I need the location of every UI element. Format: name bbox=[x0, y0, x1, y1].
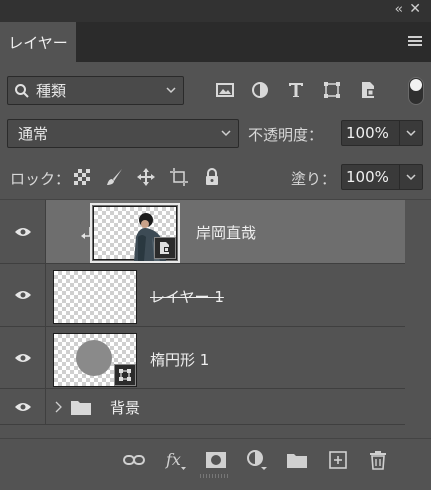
lock-artboard-icon[interactable] bbox=[170, 168, 188, 186]
link-layers-icon[interactable] bbox=[123, 449, 145, 471]
opacity-value[interactable]: 100% bbox=[342, 121, 400, 145]
fill-value[interactable]: 100% bbox=[342, 165, 400, 189]
clipping-arrow-icon bbox=[81, 227, 91, 239]
filter-pixel-icon[interactable] bbox=[216, 81, 234, 99]
filter-toggle[interactable] bbox=[408, 77, 424, 105]
layer-row-layer1[interactable]: レイヤー 1 bbox=[0, 264, 405, 327]
layer-row-background-group[interactable]: 背景 bbox=[0, 389, 405, 425]
close-panel-icon[interactable]: ✕ bbox=[409, 1, 421, 17]
smart-object-badge bbox=[154, 237, 176, 259]
eye-icon bbox=[14, 291, 31, 299]
layer-name[interactable]: 楕円形 1 bbox=[150, 349, 209, 370]
filter-type-icon[interactable] bbox=[287, 81, 305, 99]
add-mask-icon[interactable] bbox=[205, 449, 227, 471]
chevron-down-icon bbox=[406, 174, 416, 181]
toggle-knob bbox=[410, 79, 422, 91]
shape-path-icon bbox=[119, 369, 131, 381]
chevron-right-icon[interactable] bbox=[54, 401, 62, 413]
visibility-toggle[interactable] bbox=[0, 200, 46, 263]
filter-shape-icon[interactable] bbox=[323, 81, 341, 99]
filter-kind-select[interactable]: 種類 bbox=[7, 76, 184, 105]
smart-object-icon bbox=[160, 242, 169, 254]
lock-all-icon[interactable] bbox=[203, 168, 221, 186]
blend-mode-value: 通常 bbox=[18, 125, 49, 143]
fill-label: 塗り： bbox=[291, 170, 337, 188]
filter-adjustment-icon[interactable] bbox=[251, 81, 269, 99]
chevron-down-icon bbox=[221, 130, 231, 137]
blend-mode-select[interactable]: 通常 bbox=[7, 119, 239, 148]
shape-layer-badge bbox=[114, 364, 136, 386]
layer-name[interactable]: 背景 bbox=[110, 397, 140, 418]
eye-icon bbox=[14, 227, 31, 236]
eye-icon bbox=[14, 402, 31, 411]
collapse-panel-icon[interactable]: ‹‹ bbox=[395, 2, 404, 17]
svg-text:fx: fx bbox=[165, 450, 181, 469]
layer-name[interactable]: レイヤー 1 bbox=[150, 286, 224, 307]
new-group-icon[interactable] bbox=[286, 449, 308, 471]
adjustment-layer-icon[interactable] bbox=[246, 449, 268, 471]
new-layer-icon[interactable] bbox=[327, 449, 349, 471]
visibility-toggle[interactable] bbox=[0, 389, 46, 424]
layer-row-kishioka[interactable]: 岸岡直哉 bbox=[0, 200, 405, 264]
filter-smart-object-icon[interactable] bbox=[359, 81, 377, 99]
chevron-down-icon bbox=[406, 130, 416, 137]
opacity-label: 不透明度： bbox=[248, 126, 324, 144]
layers-footer-toolbar: fx bbox=[0, 438, 431, 480]
lock-position-icon[interactable] bbox=[137, 168, 155, 186]
fx-icon[interactable]: fx bbox=[165, 449, 187, 471]
panel-title-bar: ‹‹ ✕ bbox=[0, 0, 431, 22]
scrollbar-track[interactable] bbox=[405, 200, 431, 436]
layer-thumbnail bbox=[53, 270, 137, 324]
filter-kind-label: 種類 bbox=[36, 82, 67, 100]
delete-icon[interactable] bbox=[367, 449, 389, 471]
opacity-dropdown[interactable] bbox=[400, 121, 422, 145]
chevron-down-icon bbox=[166, 87, 176, 94]
lock-image-pixels-icon[interactable] bbox=[106, 168, 124, 186]
resize-grip[interactable] bbox=[200, 474, 230, 478]
fill-dropdown[interactable] bbox=[400, 165, 422, 189]
search-icon bbox=[15, 83, 29, 98]
lock-label: ロック： bbox=[10, 170, 71, 188]
visibility-toggle[interactable] bbox=[0, 264, 46, 326]
lock-row: ロック： 塗り： 100% bbox=[0, 160, 431, 194]
eye-icon bbox=[14, 353, 31, 362]
panel-menu-icon[interactable] bbox=[408, 36, 422, 48]
fill-field[interactable]: 100% bbox=[341, 164, 423, 190]
blend-row: 通常 不透明度： 100% bbox=[0, 116, 431, 150]
filter-row: 種類 bbox=[0, 70, 431, 110]
layer-thumbnail bbox=[53, 333, 137, 387]
layer-thumbnail bbox=[90, 203, 180, 263]
visibility-toggle[interactable] bbox=[0, 327, 46, 388]
tab-bar: レイヤー bbox=[0, 22, 431, 62]
layer-row-ellipse[interactable]: 楕円形 1 bbox=[0, 327, 405, 389]
layers-list: 岸岡直哉 レイヤー 1 楕円形 1 背景 bbox=[0, 200, 405, 436]
opacity-field[interactable]: 100% bbox=[341, 120, 423, 146]
folder-icon bbox=[71, 401, 91, 415]
layer-name[interactable]: 岸岡直哉 bbox=[196, 222, 256, 243]
tab-layers[interactable]: レイヤー bbox=[0, 22, 76, 62]
lock-transparent-pixels-icon[interactable] bbox=[73, 168, 91, 186]
